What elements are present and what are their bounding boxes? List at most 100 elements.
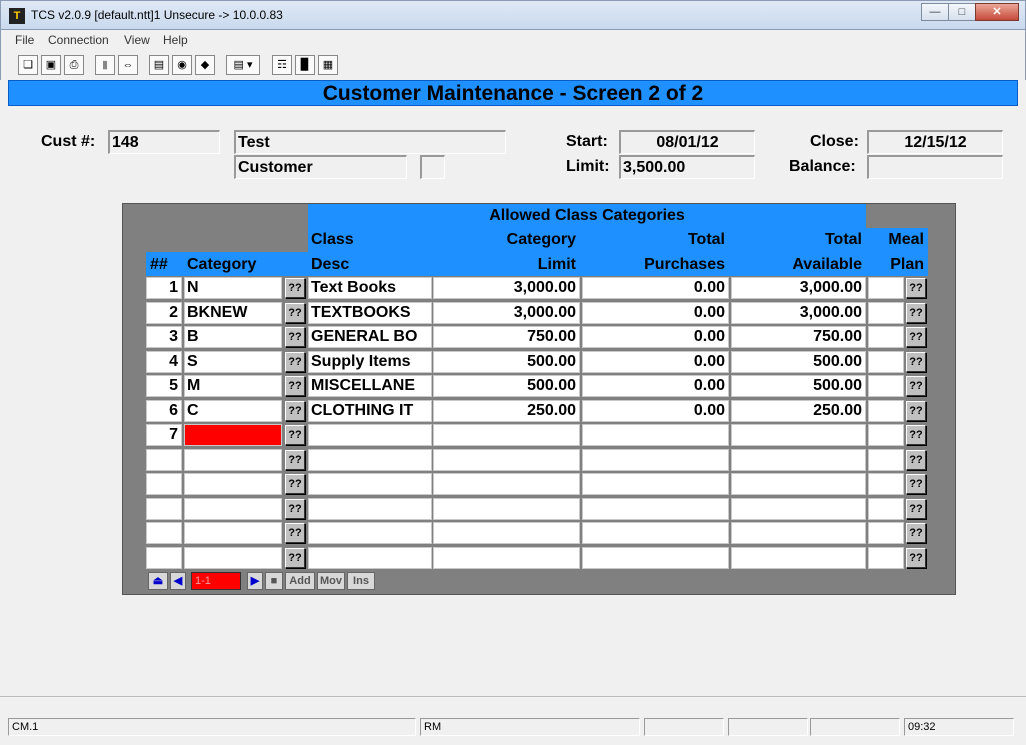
app-icon: T (9, 8, 25, 24)
meal-plan-cell[interactable] (868, 547, 904, 569)
category-cell[interactable] (184, 424, 282, 446)
stop-icon[interactable]: ■ (265, 572, 283, 590)
category-limit-cell[interactable] (433, 547, 580, 569)
save-icon[interactable]: ▣ (41, 55, 61, 75)
category-cell[interactable] (184, 449, 282, 471)
category-cell[interactable]: M (184, 375, 282, 397)
meal-plan-cell[interactable] (868, 449, 904, 471)
print-icon[interactable]: ⎙ (64, 55, 84, 75)
menu-view[interactable]: View (124, 33, 150, 47)
category-lookup-button[interactable]: ?? (285, 474, 305, 494)
category-lookup-button[interactable]: ?? (285, 425, 305, 445)
connect-icon[interactable]: ⇔ (118, 55, 138, 75)
menu-file[interactable]: File (15, 33, 34, 47)
meal-plan-lookup-button[interactable]: ?? (906, 401, 926, 421)
category-lookup-button[interactable]: ?? (285, 548, 305, 568)
category-limit-cell[interactable]: 250.00 (433, 400, 580, 422)
eraser-icon[interactable]: ◆ (195, 55, 215, 75)
minimize-button[interactable]: — (921, 3, 949, 21)
meal-plan-lookup-button[interactable]: ?? (906, 376, 926, 396)
category-limit-cell[interactable] (433, 424, 580, 446)
meal-plan-cell[interactable] (868, 351, 904, 373)
meal-plan-lookup-button[interactable]: ?? (906, 548, 926, 568)
meal-plan-lookup-button[interactable]: ?? (906, 352, 926, 372)
meal-plan-cell[interactable] (868, 498, 904, 520)
category-lookup-button[interactable]: ?? (285, 401, 305, 421)
category-lookup-button[interactable]: ?? (285, 499, 305, 519)
cust-number-field[interactable]: 148 (108, 130, 220, 154)
category-lookup-button[interactable]: ?? (285, 278, 305, 298)
category-limit-cell[interactable] (433, 473, 580, 495)
monitor-icon[interactable]: ◉ (172, 55, 192, 75)
prev-record-icon[interactable]: ◀ (170, 572, 186, 590)
category-lookup-button[interactable]: ?? (285, 303, 305, 323)
meal-plan-cell[interactable] (868, 375, 904, 397)
meal-plan-lookup-button[interactable]: ?? (906, 327, 926, 347)
maximize-button[interactable]: □ (948, 3, 976, 21)
category-limit-cell[interactable] (433, 498, 580, 520)
copy-icon[interactable]: ❏ (18, 55, 38, 75)
category-limit-cell[interactable]: 500.00 (433, 351, 580, 373)
class-desc-cell (308, 424, 432, 446)
category-cell[interactable] (184, 473, 282, 495)
category-cell[interactable]: N (184, 277, 282, 299)
meal-plan-lookup-button[interactable]: ?? (906, 450, 926, 470)
meal-plan-lookup-button[interactable]: ?? (906, 523, 926, 543)
category-lookup-button[interactable]: ?? (285, 523, 305, 543)
meal-plan-lookup-button[interactable]: ?? (906, 303, 926, 323)
category-limit-cell[interactable]: 750.00 (433, 326, 580, 348)
insert-button[interactable]: Ins (347, 572, 375, 590)
next-record-icon[interactable]: ▶ (247, 572, 263, 590)
menu-help[interactable]: Help (163, 33, 188, 47)
category-limit-cell[interactable]: 500.00 (433, 375, 580, 397)
meal-plan-cell[interactable] (868, 302, 904, 324)
customer-name-field[interactable]: Test (234, 130, 506, 154)
lock-icon[interactable]: ▮ (95, 55, 115, 75)
row-number-cell (146, 522, 182, 544)
start-date-field[interactable]: 08/01/12 (619, 130, 755, 154)
category-lookup-button[interactable]: ?? (285, 450, 305, 470)
meal-plan-lookup-button[interactable]: ?? (906, 278, 926, 298)
meal-plan-cell[interactable] (868, 326, 904, 348)
close-date-field[interactable]: 12/15/12 (867, 130, 1003, 154)
total-available-cell (731, 424, 866, 446)
limit-field[interactable]: 3,500.00 (619, 155, 755, 179)
meal-plan-cell[interactable] (868, 473, 904, 495)
category-limit-cell[interactable]: 3,000.00 (433, 277, 580, 299)
category-limit-cell[interactable] (433, 522, 580, 544)
category-cell[interactable]: BKNEW (184, 302, 282, 324)
category-cell[interactable]: S (184, 351, 282, 373)
chart-icon[interactable]: ▉ (295, 55, 315, 75)
category-limit-cell[interactable] (433, 449, 580, 471)
category-lookup-button[interactable]: ?? (285, 376, 305, 396)
screen-dropdown-icon[interactable]: ▤ ▾ (226, 55, 260, 75)
customer-name2-field[interactable]: Customer (234, 155, 407, 179)
properties-icon[interactable]: ▤ (149, 55, 169, 75)
balance-field[interactable] (867, 155, 1003, 179)
category-cell[interactable] (184, 547, 282, 569)
meal-plan-cell[interactable] (868, 522, 904, 544)
category-lookup-button[interactable]: ?? (285, 327, 305, 347)
category-cell[interactable]: B (184, 326, 282, 348)
tree-icon[interactable]: ☶ (272, 55, 292, 75)
menu-connection[interactable]: Connection (48, 33, 109, 47)
category-cell[interactable]: C (184, 400, 282, 422)
meal-plan-lookup-button[interactable]: ?? (906, 474, 926, 494)
customer-extra-field[interactable] (420, 155, 445, 179)
row-number-cell (146, 449, 182, 471)
meal-plan-lookup-button[interactable]: ?? (906, 499, 926, 519)
meal-plan-cell[interactable] (868, 400, 904, 422)
first-record-icon[interactable]: ⏏ (148, 572, 168, 590)
category-cell[interactable] (184, 498, 282, 520)
col-limit-header: Limit (537, 256, 576, 273)
category-lookup-button[interactable]: ?? (285, 352, 305, 372)
meal-plan-cell[interactable] (868, 424, 904, 446)
category-cell[interactable] (184, 522, 282, 544)
meal-plan-cell[interactable] (868, 277, 904, 299)
category-limit-cell[interactable]: 3,000.00 (433, 302, 580, 324)
calculator-icon[interactable]: ▦ (318, 55, 338, 75)
meal-plan-lookup-button[interactable]: ?? (906, 425, 926, 445)
close-button[interactable]: ✕ (975, 3, 1019, 21)
move-button[interactable]: Mov (317, 572, 345, 590)
add-button[interactable]: Add (285, 572, 315, 590)
